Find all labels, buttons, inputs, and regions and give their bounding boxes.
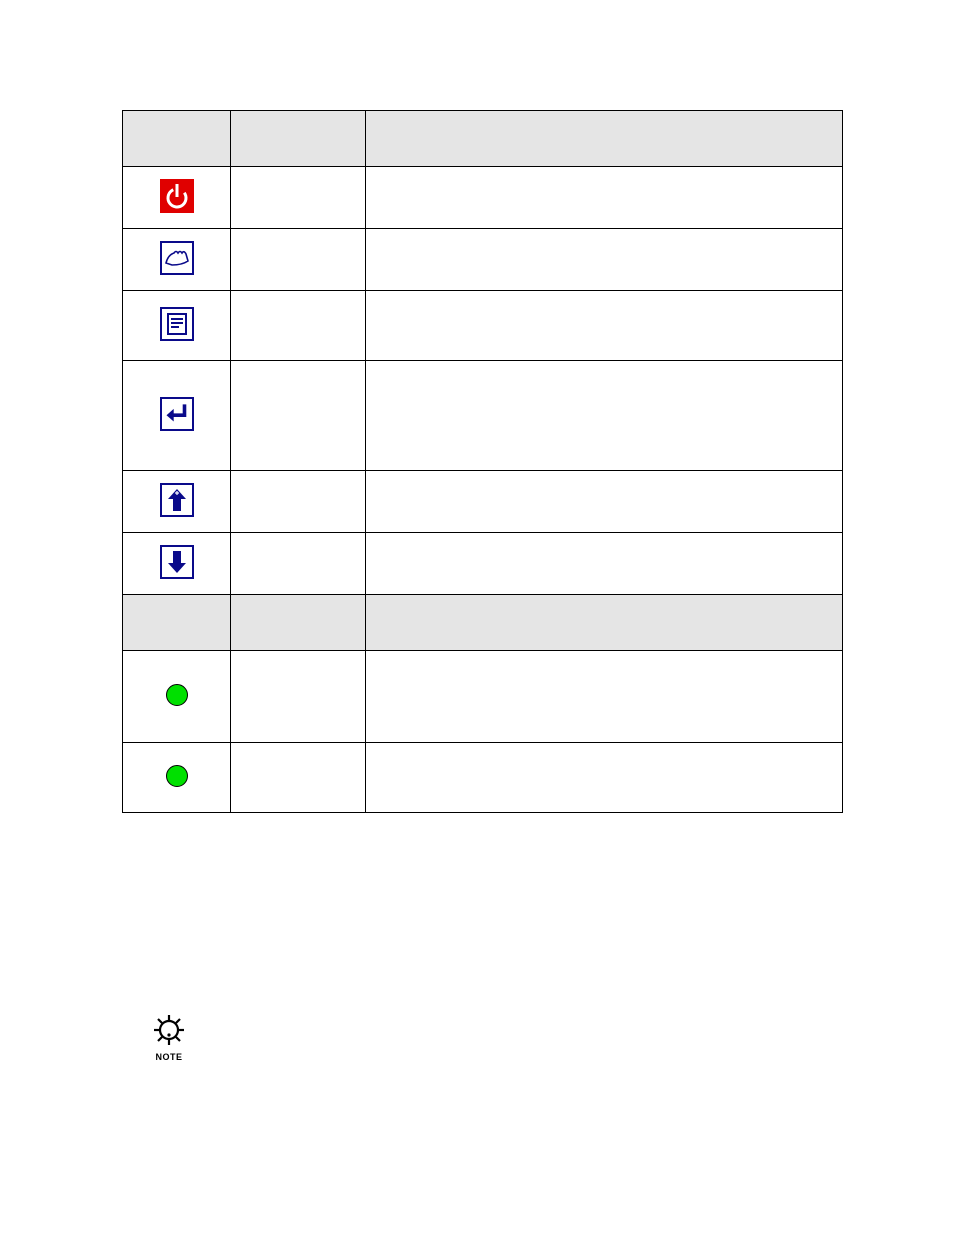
cell-icon-down — [123, 533, 231, 595]
header-symbol — [123, 111, 231, 167]
enter-icon — [160, 397, 194, 431]
cell-name — [231, 651, 366, 743]
arrow-up-icon — [160, 483, 194, 517]
cell-icon-enter — [123, 361, 231, 471]
header2-description — [366, 595, 843, 651]
cell-desc — [366, 167, 843, 229]
cell-name — [231, 533, 366, 595]
cell-desc — [366, 471, 843, 533]
cell-desc — [366, 651, 843, 743]
power-icon — [160, 179, 194, 213]
cell-name — [231, 361, 366, 471]
cell-desc — [366, 361, 843, 471]
cell-icon-led1 — [123, 651, 231, 743]
cell-icon-led2 — [123, 743, 231, 813]
header2-name — [231, 595, 366, 651]
header-description — [366, 111, 843, 167]
cell-name — [231, 743, 366, 813]
cell-icon-menu — [123, 291, 231, 361]
green-led-icon — [166, 765, 188, 787]
arrow-down-icon — [160, 545, 194, 579]
cell-desc — [366, 291, 843, 361]
cell-name — [231, 229, 366, 291]
note-gear-icon — [152, 1013, 186, 1050]
menu-icon — [160, 307, 194, 341]
cell-name — [231, 291, 366, 361]
header-name — [231, 111, 366, 167]
cell-name — [231, 167, 366, 229]
cell-icon-power — [123, 167, 231, 229]
feed-icon — [160, 241, 194, 275]
note-block: NOTE — [122, 1013, 842, 1062]
cell-icon-up — [123, 471, 231, 533]
header2-symbol — [123, 595, 231, 651]
cell-name — [231, 471, 366, 533]
reference-table — [122, 110, 843, 813]
note-label: NOTE — [155, 1052, 182, 1062]
cell-desc — [366, 743, 843, 813]
cell-icon-feed — [123, 229, 231, 291]
green-led-icon — [166, 684, 188, 706]
cell-desc — [366, 229, 843, 291]
cell-desc — [366, 533, 843, 595]
